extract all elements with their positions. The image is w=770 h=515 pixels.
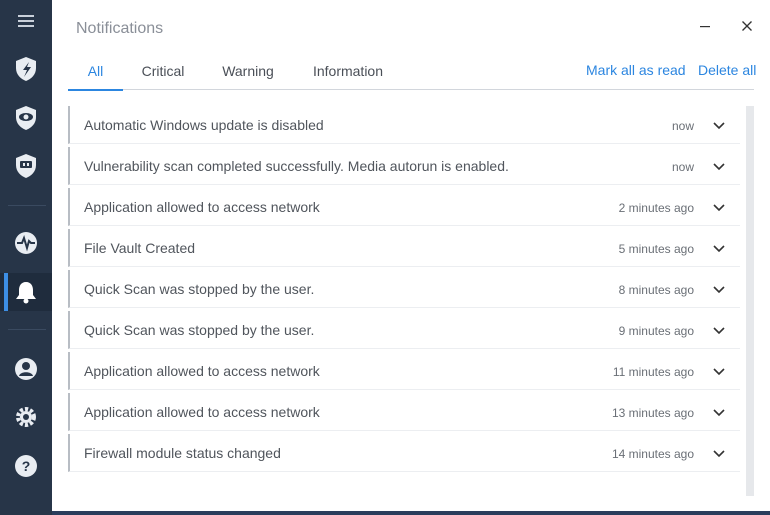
bell-icon — [16, 282, 36, 304]
sidebar-item-notifications[interactable] — [0, 273, 52, 311]
notification-row[interactable]: Automatic Windows update is disabled now — [68, 106, 740, 144]
sidebar-item-activity[interactable] — [0, 224, 52, 262]
notification-text: Firewall module status changed — [84, 445, 281, 461]
notification-time: 2 minutes ago — [618, 201, 694, 215]
notification-row[interactable]: Vulnerability scan completed successfull… — [68, 147, 740, 185]
window-bottom-edge — [52, 511, 770, 515]
notification-row[interactable]: File Vault Created 5 minutes ago — [68, 229, 740, 267]
sidebar-divider — [8, 329, 46, 330]
minimize-button[interactable] — [693, 14, 717, 38]
menu-icon — [18, 15, 34, 27]
notification-text: Vulnerability scan completed successfull… — [84, 158, 509, 174]
close-button[interactable] — [735, 14, 759, 38]
sidebar-item-webcam[interactable] — [0, 147, 52, 185]
sidebar-item-account[interactable] — [0, 350, 52, 388]
privacy-shield-icon — [16, 106, 36, 130]
notification-time: 11 minutes ago — [612, 365, 694, 379]
chevron-down-icon[interactable] — [712, 159, 726, 173]
scrollbar[interactable] — [746, 106, 754, 496]
notification-row[interactable]: Application allowed to access network 13… — [68, 393, 740, 431]
notification-time: now — [671, 160, 694, 174]
chevron-down-icon[interactable] — [712, 118, 726, 132]
chevron-down-icon[interactable] — [712, 446, 726, 460]
tab-all[interactable]: All — [68, 56, 123, 91]
webcam-shield-icon — [16, 154, 36, 178]
activity-icon — [15, 232, 37, 254]
tab-warning[interactable]: Warning — [221, 56, 275, 90]
chevron-down-icon[interactable] — [712, 282, 726, 296]
page-title: Notifications — [76, 20, 164, 37]
chevron-down-icon[interactable] — [712, 241, 726, 255]
svg-text:?: ? — [22, 458, 31, 474]
shield-icon — [16, 57, 36, 81]
notification-time: 14 minutes ago — [611, 447, 694, 461]
notification-row[interactable]: Application allowed to access network 11… — [68, 352, 740, 390]
sidebar-item-settings[interactable] — [0, 398, 52, 436]
tab-information[interactable]: Information — [312, 56, 384, 90]
notification-text: Quick Scan was stopped by the user. — [84, 322, 315, 338]
settings-icon — [16, 407, 36, 427]
chevron-down-icon[interactable] — [712, 323, 726, 337]
notification-row[interactable]: Quick Scan was stopped by the user. 8 mi… — [68, 270, 740, 308]
chevron-down-icon[interactable] — [712, 364, 726, 378]
menu-button[interactable] — [0, 2, 52, 40]
chevron-down-icon[interactable] — [712, 405, 726, 419]
notification-row[interactable]: Firewall module status changed 14 minute… — [68, 434, 740, 472]
notification-time: 9 minutes ago — [618, 324, 694, 338]
notification-time: now — [671, 119, 694, 133]
chevron-down-icon[interactable] — [712, 200, 726, 214]
close-icon — [742, 21, 752, 31]
notification-time: 8 minutes ago — [618, 283, 694, 297]
sidebar-item-help[interactable]: ? — [0, 447, 52, 485]
sidebar-divider — [8, 205, 46, 206]
notification-row[interactable]: Quick Scan was stopped by the user. 9 mi… — [68, 311, 740, 349]
notification-text: Application allowed to access network — [84, 199, 320, 215]
mark-all-read-link[interactable]: Mark all as read — [586, 62, 686, 78]
user-icon — [15, 358, 37, 380]
notifications-panel: Notifications All Critical Warning Infor… — [52, 0, 770, 511]
notification-time: 13 minutes ago — [611, 406, 694, 420]
notification-text: Automatic Windows update is disabled — [84, 117, 324, 133]
notification-time: 5 minutes ago — [618, 242, 694, 256]
notification-text: Application allowed to access network — [84, 363, 320, 379]
help-icon: ? — [15, 455, 37, 477]
notification-text: Quick Scan was stopped by the user. — [84, 281, 315, 297]
notification-row[interactable]: Application allowed to access network 2 … — [68, 188, 740, 226]
notification-text: File Vault Created — [84, 240, 196, 256]
sidebar: ? — [0, 0, 52, 515]
tab-critical[interactable]: Critical — [140, 56, 186, 90]
sidebar-item-privacy[interactable] — [0, 99, 52, 137]
minimize-icon — [700, 26, 710, 28]
delete-all-link[interactable]: Delete all — [698, 62, 756, 78]
sidebar-item-protection[interactable] — [0, 50, 52, 88]
notification-text: Application allowed to access network — [84, 404, 320, 420]
